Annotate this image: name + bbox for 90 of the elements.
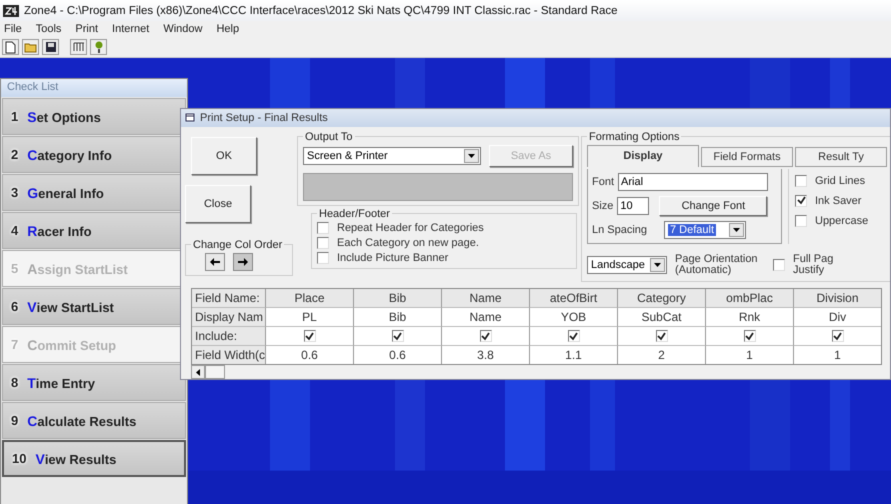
checklist-item[interactable]: 8 Time Entry	[2, 364, 186, 401]
checkbox-label: Uppercase	[815, 214, 868, 227]
change-font-button[interactable]: Change Font	[659, 196, 768, 216]
table-cell: YOB	[530, 308, 618, 328]
column-header: Place	[266, 289, 354, 308]
checkbox[interactable]	[317, 236, 329, 249]
checkbox[interactable]	[773, 259, 785, 272]
font-field[interactable]: Arial	[618, 172, 768, 191]
column-header: Bib	[354, 289, 442, 308]
checklist-item[interactable]: 10 View Results	[2, 440, 186, 477]
scroll-left-button[interactable]	[191, 365, 205, 379]
close-button[interactable]: Close	[185, 184, 251, 223]
checkbox[interactable]	[795, 194, 807, 207]
menu-item[interactable]: File	[4, 23, 22, 35]
left-arrow-icon	[196, 368, 200, 376]
ok-button[interactable]: OK	[191, 136, 257, 175]
checkbox-label: Include Picture Banner	[337, 252, 448, 264]
checklist-item[interactable]: 9 Calculate Results	[2, 402, 186, 439]
menu-item[interactable]: Internet	[112, 23, 150, 35]
save-icon	[44, 41, 56, 53]
field-label: Font	[592, 176, 614, 188]
include-checkbox[interactable]	[656, 330, 668, 342]
checkbox[interactable]	[317, 222, 329, 234]
output-dropdown[interactable]: Screen & Printer	[303, 146, 481, 165]
field-label: Ln Spacing	[592, 224, 648, 236]
row-header: Field Name:	[192, 289, 266, 308]
window-title: Zone4 - C:\Program Files (x86)\Zone4\CCC Interface\races\2012 Ski Nats QC\4799 INT Classic.rac - Standard Race	[24, 4, 618, 16]
tab[interactable]: Display	[587, 144, 699, 167]
checkbox[interactable]	[795, 214, 807, 227]
menu-item[interactable]: Print	[75, 23, 98, 35]
checkbox-label: Ink Saver	[815, 194, 862, 207]
left-arrow-icon	[210, 258, 220, 266]
group-label: Header/Footer	[318, 208, 391, 220]
field-label: Size	[592, 200, 614, 212]
move-button[interactable]	[205, 252, 225, 271]
panel-title: Check List	[1, 79, 187, 97]
right-arrow-icon	[238, 258, 248, 266]
toolbar-button[interactable]	[90, 39, 107, 55]
checkbox[interactable]	[795, 174, 807, 187]
app-logo-icon	[3, 4, 19, 16]
row-header: Field Width(c	[192, 346, 266, 364]
table-cell: SubCat	[618, 308, 706, 328]
menu-item[interactable]: Tools	[36, 23, 62, 35]
include-checkbox[interactable]	[392, 330, 404, 342]
orientation-label: Page Orientation (Automatic)	[675, 254, 759, 277]
size-field[interactable]: 10	[617, 196, 650, 215]
checkbox-label: Repeat Header for Categories	[337, 222, 484, 234]
grid-icon	[72, 42, 84, 52]
caret-icon	[468, 154, 475, 158]
checkbox-label: Each Category on new page.	[337, 236, 479, 249]
toolbar-button[interactable]	[2, 39, 19, 55]
include-checkbox[interactable]	[304, 330, 316, 342]
checkbox-label: Grid Lines	[815, 174, 866, 187]
tab[interactable]: Result Ty	[795, 146, 887, 167]
folder-icon	[24, 42, 38, 52]
dialog-title: Print Setup - Final Results	[200, 112, 328, 124]
orientation-dropdown[interactable]: Landscape	[587, 256, 667, 274]
include-checkbox[interactable]	[744, 330, 756, 342]
table-cell: Bib	[354, 308, 442, 328]
scroll-thumb[interactable]	[205, 365, 225, 379]
checklist-item[interactable]: 1 Set Options	[2, 98, 186, 135]
window-icon	[185, 113, 195, 122]
column-header: Category	[618, 289, 706, 308]
caret-icon	[654, 263, 661, 268]
include-checkbox[interactable]	[480, 330, 492, 342]
spacing-dropdown[interactable]: 7 Default	[664, 220, 746, 239]
include-checkbox[interactable]	[568, 330, 580, 342]
group-label: Change Col Order	[192, 238, 284, 251]
move-button[interactable]	[233, 252, 253, 271]
column-header: ateOfBirt	[530, 289, 618, 308]
toolbar-button[interactable]	[70, 39, 87, 55]
row-header: Include:	[192, 327, 266, 346]
include-checkbox[interactable]	[832, 330, 844, 342]
new-file-icon	[5, 40, 16, 54]
menu-item[interactable]: Help	[216, 23, 240, 35]
column-header: Name	[442, 289, 530, 308]
table-cell: Rnk	[706, 308, 794, 328]
checkbox-label: Full Pag Justify	[793, 254, 834, 277]
menu-item[interactable]: Window	[163, 23, 202, 35]
caret-icon	[733, 228, 740, 232]
group-label: Output To	[304, 130, 354, 143]
toolbar-button[interactable]	[42, 39, 59, 55]
table-cell: PL	[266, 308, 354, 328]
column-header: ombPlac	[706, 289, 794, 308]
group-label: Formating Options	[588, 130, 680, 143]
tab[interactable]: Field Formats	[701, 146, 793, 167]
row-header: Display Nam	[192, 308, 266, 328]
checkbox[interactable]	[317, 252, 329, 264]
column-header: Division	[794, 289, 881, 308]
table-cell: Name	[442, 308, 530, 328]
